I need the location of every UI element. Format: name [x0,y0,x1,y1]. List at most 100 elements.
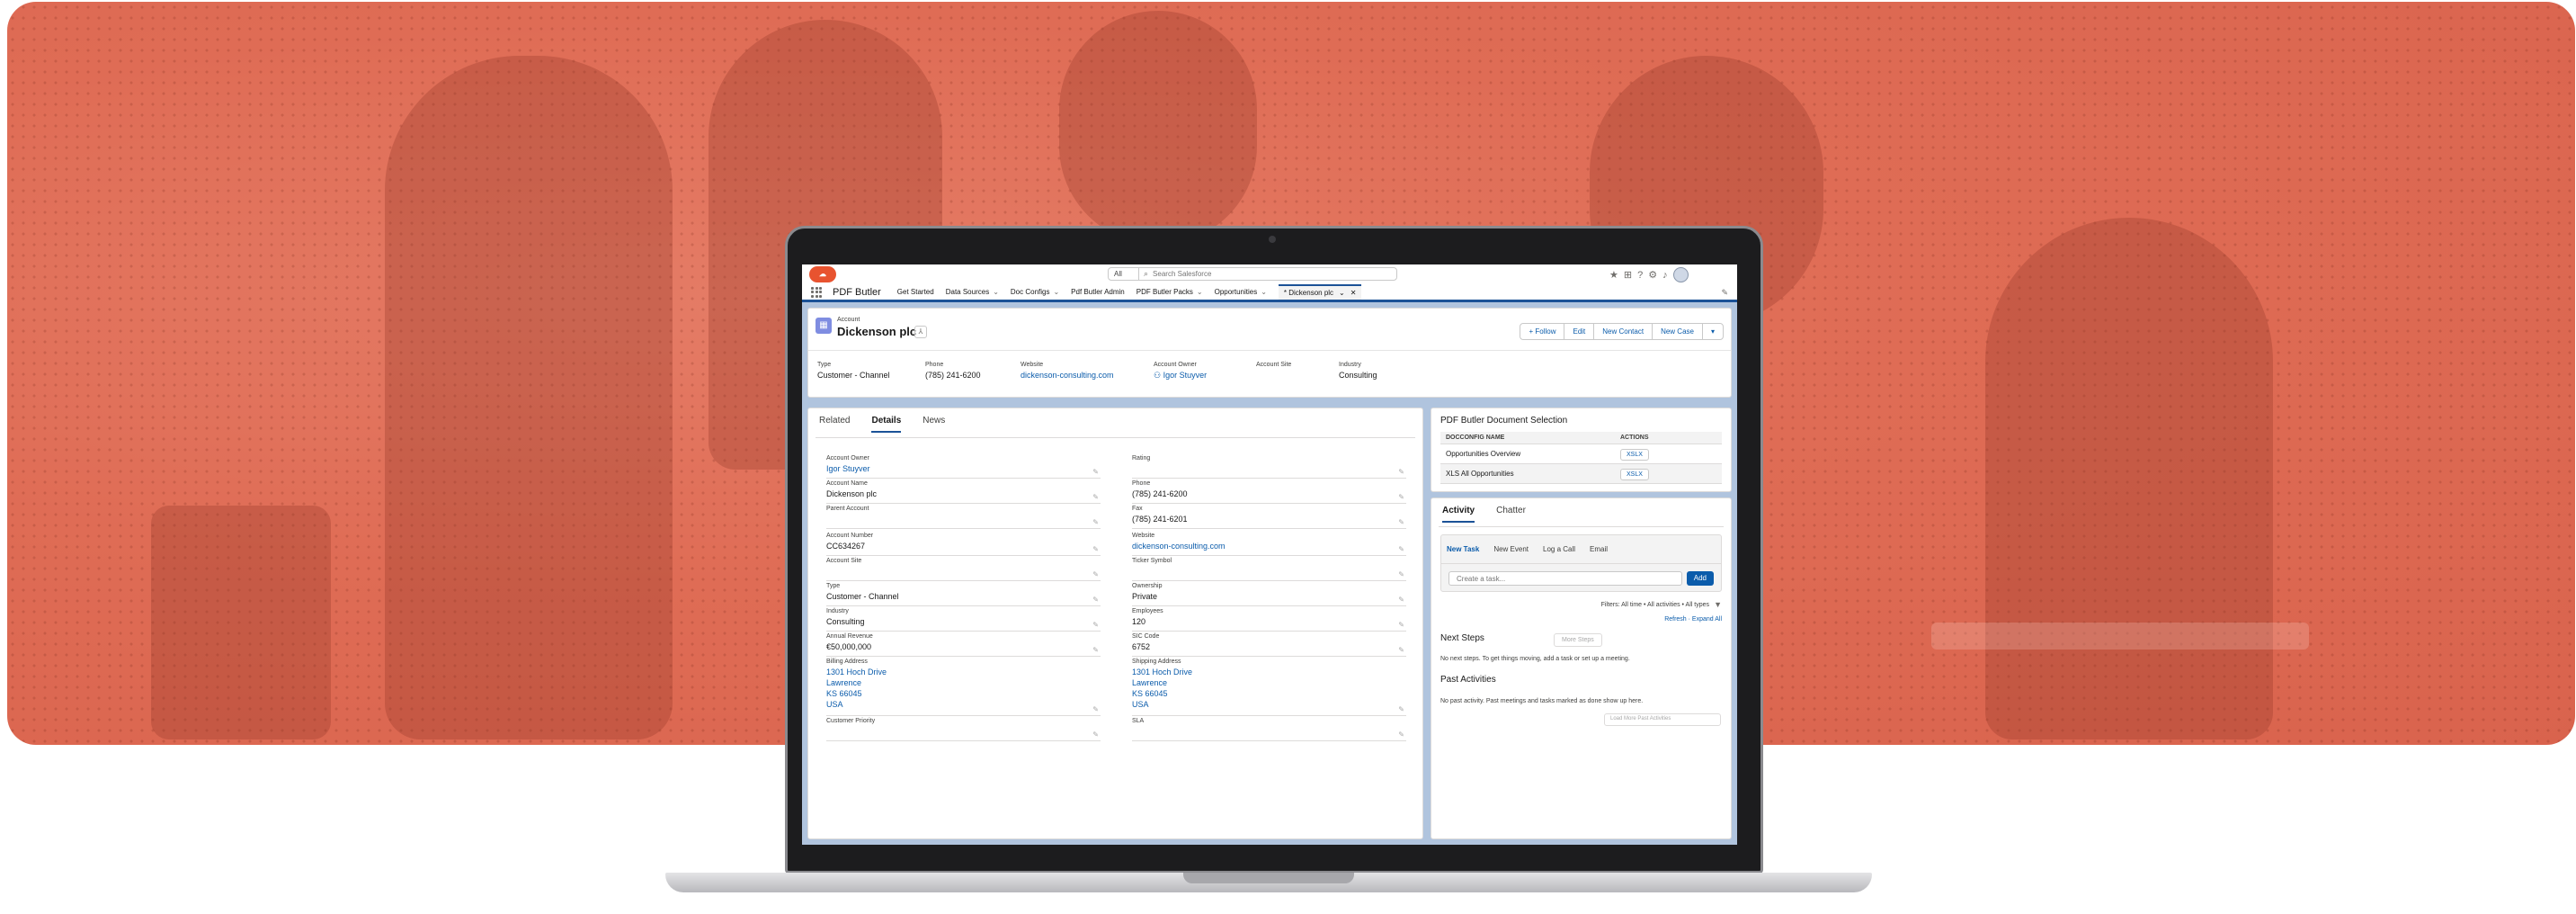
favorites-icon[interactable]: ★ [1609,269,1618,281]
tab-news[interactable]: News [923,416,945,433]
field-label: Website [1132,533,1155,539]
activity-panel: Activity Chatter New Task New Event Log … [1431,497,1732,839]
nav-item-doc-configs[interactable]: Doc Configs ⌄ [1011,288,1059,296]
edit-pencil-icon[interactable]: ✎ [1398,468,1404,476]
refresh-expand-links[interactable]: Refresh · Expand All [1664,616,1722,623]
edit-pencil-icon[interactable]: ✎ [1092,518,1099,526]
details-card: Related Details News Account Owner Igor S… [807,408,1423,839]
app-launcher-icon[interactable] [811,286,824,298]
detail-field: SLA ✎ [1132,718,1406,741]
xslx-button[interactable]: XSLX [1620,449,1649,461]
chevron-down-icon[interactable]: ⌄ [1261,288,1267,296]
edit-pencil-icon[interactable]: ✎ [1092,468,1099,476]
edit-pencil-icon[interactable]: ✎ [1092,621,1099,629]
edit-nav-icon[interactable]: ✎ [1721,288,1728,298]
edit-pencil-icon[interactable]: ✎ [1398,621,1404,629]
nav-item-pdf-butler-admin[interactable]: Pdf Butler Admin [1071,288,1125,296]
tab-email[interactable]: Email [1590,545,1608,553]
tab-dickenson-plc[interactable]: * Dickenson plc ⌄ ✕ [1278,284,1362,300]
more-steps-button[interactable]: More Steps [1554,633,1602,647]
highlight-account-owner: Account Owner ⚇ Igor Stuyver [1154,362,1208,381]
field-value[interactable]: dickenson-consulting.com [1132,541,1406,551]
edit-pencil-icon[interactable]: ✎ [1398,705,1404,713]
detail-field: Employees 120 ✎ [1132,608,1406,632]
global-search[interactable]: All ⌕ [1108,267,1397,281]
tab-activity[interactable]: Activity [1442,506,1475,523]
load-more-button[interactable]: Load More Past Activities [1604,713,1721,726]
search-scope-select[interactable]: All [1109,268,1139,280]
field-label: SLA [1132,718,1145,724]
edit-pencil-icon[interactable]: ✎ [1398,596,1404,604]
field-value[interactable]: Igor Stuyver [826,463,1101,474]
edit-pencil-icon[interactable]: ✎ [1398,545,1404,553]
field-label: Annual Revenue [826,633,873,640]
field-value: Dickenson plc [826,489,878,498]
filter-icon[interactable]: ▼ [1714,600,1722,609]
activity-composer: New Task New Event Log a Call Email Add [1440,534,1722,592]
salesforce-logo[interactable]: ☁ [809,266,836,282]
nav-item-get-started[interactable]: Get Started [897,288,934,296]
edit-pencil-icon[interactable]: ✎ [1092,705,1099,713]
chevron-down-icon[interactable]: ⌄ [993,288,999,296]
nav-item-pdf-butler-packs[interactable]: PDF Butler Packs ⌄ [1136,288,1203,296]
detail-field: Type Customer - Channel ✎ [826,583,1101,606]
search-input[interactable] [1153,270,1369,278]
chevron-down-icon[interactable]: ⌄ [1053,288,1059,296]
tab-chatter[interactable]: Chatter [1496,506,1526,523]
help-icon[interactable]: ? [1637,270,1643,281]
nav-item-data-sources[interactable]: Data Sources ⌄ [946,288,999,296]
create-task-input[interactable] [1448,571,1682,586]
field-value: (785) 241-6201 [1132,515,1188,524]
activity-filters[interactable]: Filters: All time • All activities • All… [1601,602,1709,608]
detail-field: Account Name Dickenson plc ✎ [826,480,1101,504]
website-link[interactable]: dickenson-consulting.com [1021,371,1114,380]
hierarchy-icon[interactable]: ⅄ [914,326,927,338]
field-label: Industry [826,608,849,614]
field-label: Account Site [826,558,862,564]
edit-button[interactable]: Edit [1564,323,1595,340]
tab-related[interactable]: Related [819,416,850,433]
edit-pencil-icon[interactable]: ✎ [1092,730,1099,739]
edit-pencil-icon[interactable]: ✎ [1092,596,1099,604]
chair-shape [151,506,331,739]
table-header: DOCCONFIG NAME ACTIONS [1440,432,1722,444]
avatar[interactable] [1672,267,1689,282]
owner-link[interactable]: ⚇ Igor Stuyver [1154,371,1207,381]
tab-details[interactable]: Details [871,416,902,433]
edit-pencil-icon[interactable]: ✎ [1398,493,1404,501]
tab-new-task[interactable]: New Task [1447,545,1479,553]
edit-pencil-icon[interactable]: ✎ [1398,518,1404,526]
edit-pencil-icon[interactable]: ✎ [1092,570,1099,578]
follow-button[interactable]: + Follow [1520,323,1565,340]
chevron-down-icon[interactable]: ⌄ [1197,288,1203,296]
notifications-bell-icon[interactable]: ♪ [1662,270,1668,281]
tab-log-a-call[interactable]: Log a Call [1543,545,1575,553]
field-label: Fax [1132,506,1143,512]
chevron-down-icon[interactable]: ⌄ [1339,289,1345,297]
field-value[interactable]: 1301 Hoch Drive Lawrence KS 66045 USA [1132,667,1406,710]
nav-item-opportunities[interactable]: Opportunities ⌄ [1215,288,1267,296]
edit-pencil-icon[interactable]: ✎ [1092,493,1099,501]
setup-gear-icon[interactable]: ⚙ [1648,269,1657,281]
person-silhouette-far-right [1985,218,2273,739]
new-case-button[interactable]: New Case [1652,323,1703,340]
close-icon[interactable]: ✕ [1350,289,1357,297]
xslx-button[interactable]: XSLX [1620,469,1649,480]
new-contact-button[interactable]: New Contact [1593,323,1653,340]
detail-field: Parent Account ✎ [826,506,1101,529]
field-label: Account Owner [826,455,869,461]
edit-pencil-icon[interactable]: ✎ [1398,570,1404,578]
table-row: XLS All Opportunities XSLX [1440,464,1722,484]
edit-pencil-icon[interactable]: ✎ [1092,545,1099,553]
app-navigation: PDF Butler Get Started Data Sources ⌄ Doc… [802,284,1737,302]
detail-field: Ticker Symbol ✎ [1132,558,1406,581]
add-task-button[interactable]: Add [1686,571,1714,586]
edit-pencil-icon[interactable]: ✎ [1398,730,1404,739]
edit-pencil-icon[interactable]: ✎ [1092,646,1099,654]
field-label: Phone [1132,480,1151,487]
edit-pencil-icon[interactable]: ✎ [1398,646,1404,654]
add-icon[interactable]: ⊞ [1624,269,1632,281]
tab-new-event[interactable]: New Event [1493,545,1529,553]
more-actions-button[interactable]: ▾ [1701,323,1724,340]
field-value[interactable]: 1301 Hoch Drive Lawrence KS 66045 USA [826,667,1101,710]
